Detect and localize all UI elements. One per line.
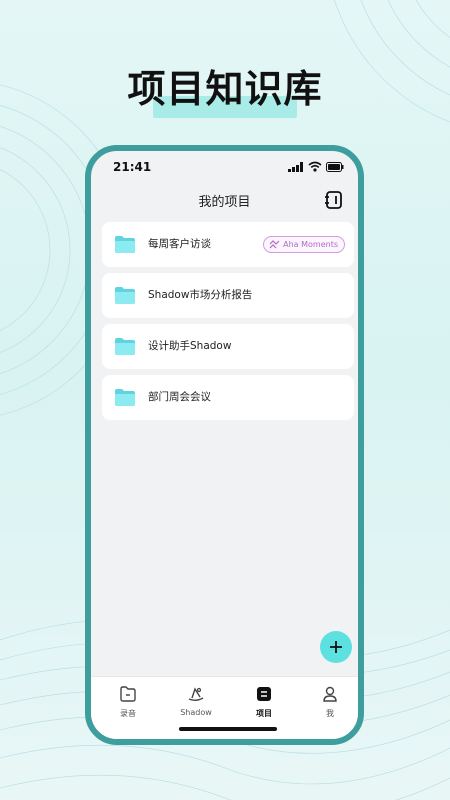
wifi-icon [308, 161, 322, 172]
project-name: 部门周会会议 [148, 391, 211, 403]
folder-icon [115, 338, 135, 355]
folder-outline-icon [120, 686, 136, 702]
person-icon [323, 686, 337, 702]
project-card[interactable]: 部门周会会议 [102, 375, 354, 420]
aha-moments-badge[interactable]: Aha Moments [263, 236, 345, 253]
sparkle-icon [269, 240, 280, 249]
battery-icon [326, 162, 344, 172]
tab-label: Shadow [180, 708, 212, 717]
status-time: 21:41 [113, 160, 152, 174]
new-note-icon[interactable] [323, 189, 345, 211]
tab-label: 项目 [256, 709, 272, 718]
project-name: Shadow市场分析报告 [148, 289, 253, 301]
tab-label: 我 [326, 709, 334, 718]
tab-projects[interactable]: 项目 [236, 685, 292, 725]
project-card[interactable]: 每周客户访谈 Aha Moments [102, 222, 354, 267]
folder-icon [115, 236, 135, 253]
tab-recordings[interactable]: 录音 [100, 685, 156, 725]
list-square-icon [257, 687, 271, 701]
aha-moments-label: Aha Moments [283, 240, 338, 249]
add-project-button[interactable] [320, 631, 352, 663]
phone-frame: 21:41 我的项目 每周客户访谈 Aha Moments Shadow市场分析… [85, 145, 364, 745]
project-list: 每周客户访谈 Aha Moments Shadow市场分析报告 设计助手Shad… [102, 222, 354, 426]
home-indicator [179, 727, 277, 731]
status-icons [284, 161, 344, 173]
signal-icon [288, 162, 303, 172]
project-card[interactable]: 设计助手Shadow [102, 324, 354, 369]
tab-label: 录音 [120, 709, 136, 718]
tab-shadow[interactable]: Shadow [168, 685, 224, 725]
tab-me[interactable]: 我 [302, 685, 358, 725]
page-headline: 项目知识库 [127, 67, 323, 111]
folder-icon [115, 389, 135, 406]
headline-block: 项目知识库 [0, 58, 450, 122]
shadow-hat-icon [188, 687, 204, 701]
status-bar: 21:41 [91, 151, 358, 185]
project-name: 设计助手Shadow [148, 340, 232, 352]
folder-icon [115, 287, 135, 304]
project-name: 每周客户访谈 [148, 238, 211, 250]
project-card[interactable]: Shadow市场分析报告 [102, 273, 354, 318]
plus-icon [330, 641, 342, 653]
page-title: 我的项目 [198, 195, 251, 210]
